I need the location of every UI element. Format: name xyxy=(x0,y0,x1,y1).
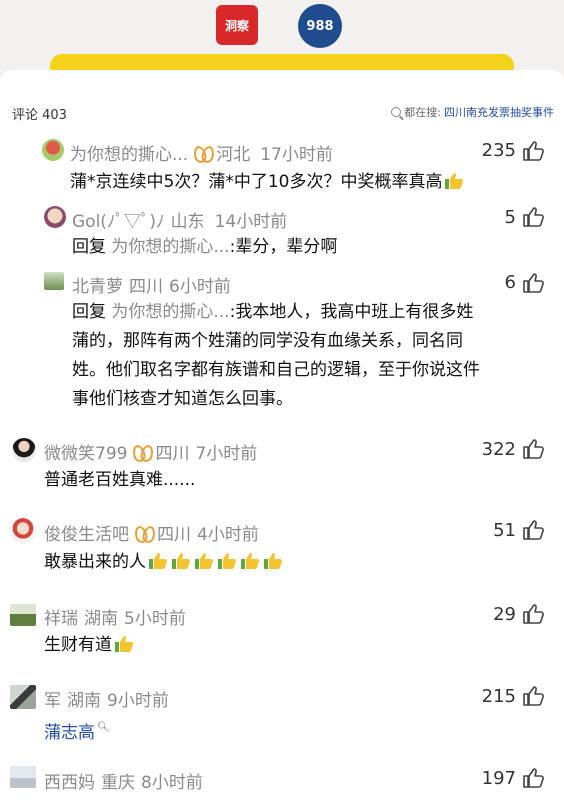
location: 山东 xyxy=(170,212,205,232)
like-count: 322 xyxy=(481,439,516,460)
avatar[interactable] xyxy=(10,518,36,544)
thumbs-up-emoji-icon xyxy=(195,553,213,569)
avatar[interactable] xyxy=(44,206,66,228)
comment-meta: 军 湖南 9小时前 xyxy=(44,686,169,711)
reply-to-user[interactable]: 为你想的撕心... xyxy=(111,302,229,322)
news-logo-blue: 988 xyxy=(298,4,342,48)
avatar[interactable] xyxy=(44,272,64,290)
like-count: 6 xyxy=(504,272,516,293)
thumbs-up-emoji-icon xyxy=(172,553,190,569)
timestamp: 8小时前 xyxy=(141,773,203,793)
timestamp: 14小时前 xyxy=(214,212,288,232)
thumbs-up-emoji-icon xyxy=(218,553,236,569)
like-icon[interactable] xyxy=(522,767,546,789)
location: 四川 xyxy=(157,525,191,545)
like-icon[interactable] xyxy=(522,519,546,541)
reply-meta: 北青萝 四川 6小时前 xyxy=(72,272,231,297)
comment-body: 普通老百姓真难...... xyxy=(44,470,196,490)
comment-meta: 西西妈 重庆 8小时前 xyxy=(44,768,203,793)
comment-meta: 俊俊生活吧 四川 4小时前 xyxy=(44,520,259,545)
location: 河北 xyxy=(216,145,251,165)
comment-meta: 微微笑799 四川 7小时前 xyxy=(44,439,257,464)
like-count: 51 xyxy=(493,520,516,541)
thumbs-up-emoji-icon xyxy=(149,553,167,569)
reply-body-line: 蒲的，那阵有两个姓蒲的同学没有血缘关系，同名同 xyxy=(72,331,463,351)
location: 重庆 xyxy=(101,773,135,793)
like-icon[interactable] xyxy=(522,438,546,460)
search-icon xyxy=(391,107,402,117)
avatar[interactable] xyxy=(42,139,64,161)
avatar[interactable] xyxy=(10,766,36,788)
username[interactable]: 为你想的撕心... xyxy=(70,140,188,165)
comment-text: 敢暴出来的人 xyxy=(44,548,284,577)
comment-text: 生财有道 xyxy=(44,631,135,660)
vip-badge-icon xyxy=(194,145,212,161)
comment-text: 蒲*京连续中5次？蒲*中了10多次？中奖概率真高 xyxy=(70,168,465,197)
like-icon[interactable] xyxy=(522,685,546,707)
vip-badge-icon xyxy=(135,525,153,541)
reply-text: 回复 为你想的撕心...:辈分，辈分啊 xyxy=(72,233,337,262)
avatar[interactable] xyxy=(10,685,36,709)
like-count: 5 xyxy=(504,207,516,228)
timestamp: 6小时前 xyxy=(169,277,231,297)
username[interactable]: 西西妈 xyxy=(44,768,95,793)
reply-text: 回复 为你想的撕心...:我本地人，我高中班上有很多姓 蒲的，那阵有两个姓蒲的同… xyxy=(72,298,542,414)
comment-count: 评论 403 xyxy=(12,108,67,123)
search-icon[interactable]: 🔍︎ xyxy=(97,713,110,742)
trending-search[interactable]: 都在搜: 四川南充发票抽奖事件 xyxy=(391,104,554,120)
article-header-background: 洞察 988 xyxy=(0,0,564,80)
search-prefix: 都在搜: xyxy=(404,106,441,119)
timestamp: 4小时前 xyxy=(197,525,259,545)
username[interactable]: 俊俊生活吧 xyxy=(44,520,129,545)
reply-to-user[interactable]: 为你想的撕心... xyxy=(111,237,229,257)
comment-body: 蒲*京连续中5次？蒲*中了10多次？中奖概率真高 xyxy=(70,172,443,192)
timestamp: 17小时前 xyxy=(260,145,333,165)
timestamp: 9小时前 xyxy=(107,691,169,711)
timestamp: 7小时前 xyxy=(195,444,258,464)
like-count: 197 xyxy=(481,768,516,789)
thumbs-up-emoji-icon xyxy=(115,636,133,652)
timestamp: 5小时前 xyxy=(124,609,186,629)
like-icon[interactable] xyxy=(522,272,546,294)
location: 四川 xyxy=(129,277,163,297)
comment-meta: 祥瑞 湖南 5小时前 xyxy=(44,604,186,629)
username[interactable]: 北青萝 xyxy=(72,272,123,297)
like-count: 215 xyxy=(481,686,516,707)
vip-badge-icon xyxy=(133,444,151,460)
reply-body: :辈分，辈分啊 xyxy=(229,237,338,257)
avatar[interactable] xyxy=(10,604,36,626)
reply-meta: Gol(ﾉﾟ▽ﾟ)ﾉ 山东 14小时前 xyxy=(72,207,287,232)
thumbs-up-emoji-icon xyxy=(241,553,259,569)
thumbs-up-emoji-icon xyxy=(445,173,464,189)
thumbs-up-emoji-group xyxy=(146,552,284,572)
reply-label: 回复 xyxy=(72,302,106,322)
reply-body-line: :我本地人，我高中班上有很多姓 xyxy=(229,302,474,322)
username[interactable]: Gol(ﾉﾟ▽ﾟ)ﾉ xyxy=(72,207,165,232)
search-term-link[interactable]: 四川南充发票抽奖事件 xyxy=(444,104,554,120)
location: 四川 xyxy=(155,444,190,464)
location: 湖南 xyxy=(84,609,118,629)
thumbs-up-emoji-icon xyxy=(264,553,282,569)
comment-text: 蒲志高 🔍︎ xyxy=(44,713,110,748)
comments-header: 评论 403 都在搜: 四川南充发票抽奖事件 xyxy=(0,70,564,126)
like-count: 235 xyxy=(481,140,516,161)
comment-body: 敢暴出来的人 xyxy=(44,552,146,572)
comment-meta: 为你想的撕心... 河北 17小时前 xyxy=(70,140,333,165)
avatar[interactable] xyxy=(12,438,36,462)
username[interactable]: 祥瑞 xyxy=(44,604,78,629)
username[interactable]: 军 xyxy=(44,686,61,711)
reply-body-line: 姓。他们取名字都有族谱和自己的逻辑，至于你说这件 xyxy=(72,360,480,380)
like-icon[interactable] xyxy=(522,206,546,228)
comment-body: 生财有道 xyxy=(44,635,112,655)
like-count: 29 xyxy=(493,604,516,625)
comment-text: 普通老百姓真难...... xyxy=(44,466,195,495)
news-logo-red: 洞察 xyxy=(216,5,258,45)
like-icon[interactable] xyxy=(522,140,546,162)
reply-label: 回复 xyxy=(72,237,106,257)
username[interactable]: 微微笑799 xyxy=(44,439,127,464)
highlighted-search-link[interactable]: 蒲志高 xyxy=(44,723,95,743)
like-icon[interactable] xyxy=(522,603,546,625)
location: 湖南 xyxy=(67,691,101,711)
reply-body-line: 事他们核查才知道怎么回事。 xyxy=(72,389,293,409)
